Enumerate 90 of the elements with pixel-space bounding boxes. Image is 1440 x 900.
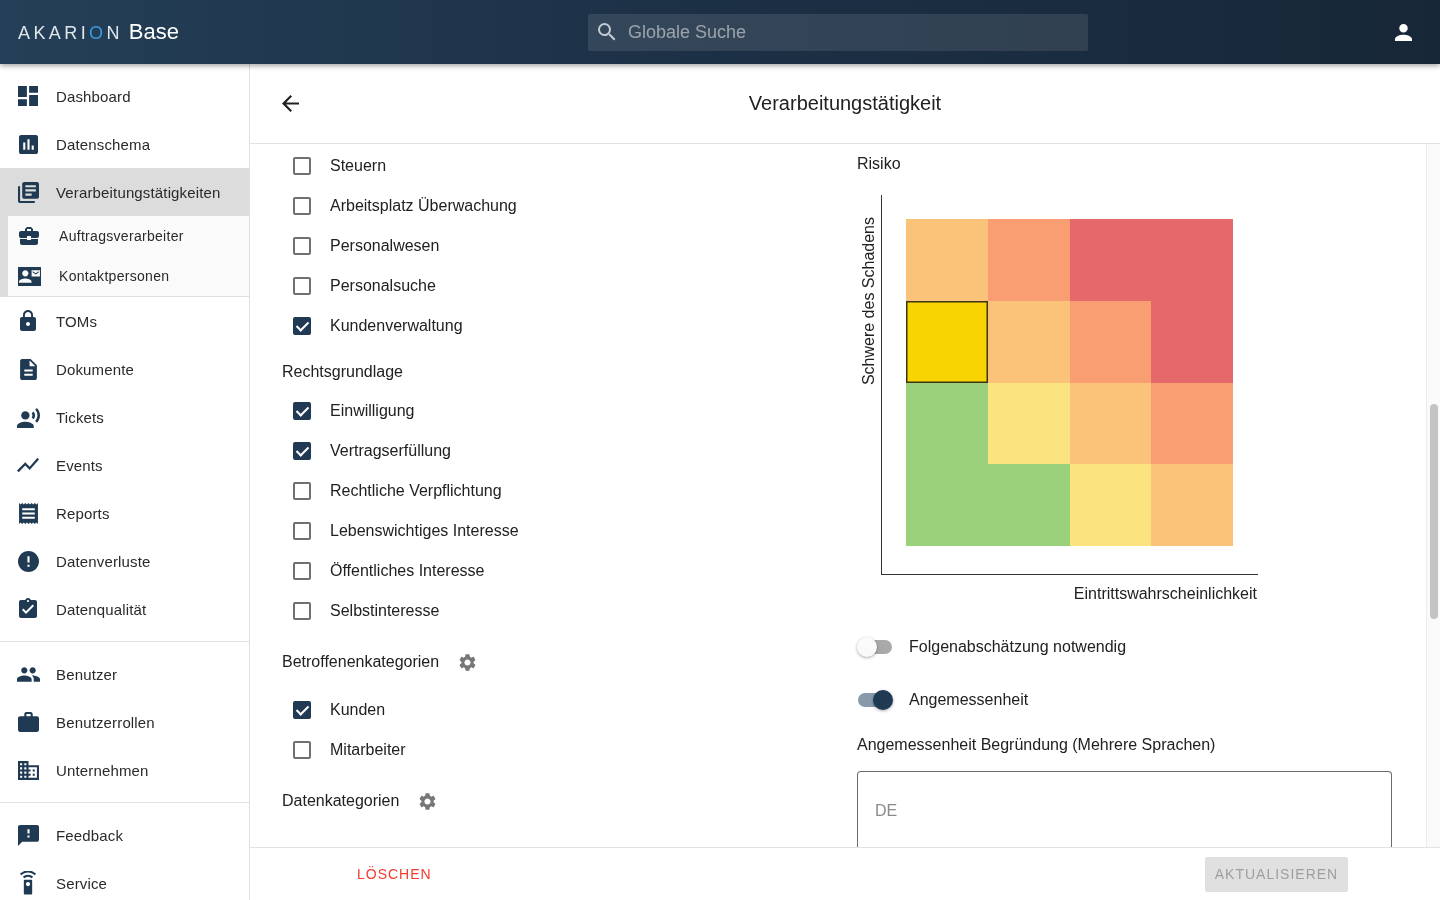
sidebar-item[interactable]: Datenverluste: [0, 537, 249, 585]
risk-title: Risiko: [857, 154, 902, 174]
checkbox[interactable]: [293, 741, 311, 759]
checkbox-label[interactable]: Lebenswichtiges Interesse: [330, 522, 519, 540]
risk-cell[interactable]: [1069, 382, 1152, 465]
bar-chart-icon: [18, 134, 38, 154]
risk-cell[interactable]: [987, 300, 1070, 383]
stacked-pages-icon: [17, 181, 39, 203]
sidebar-item[interactable]: Tickets: [0, 393, 249, 441]
checkbox[interactable]: [293, 237, 311, 255]
checkbox-label[interactable]: Personalwesen: [330, 237, 440, 255]
dashboard-icon: [18, 86, 38, 106]
briefcase-icon: [19, 226, 39, 246]
risk-cell[interactable]: [987, 219, 1070, 301]
arrow-left-icon: [281, 95, 299, 112]
contact-card-icon: [17, 264, 41, 288]
settings-icon: [458, 653, 476, 671]
toggle-switch[interactable]: [857, 690, 893, 710]
sidebar-item[interactable]: Datenschema: [0, 120, 249, 168]
checkbox[interactable]: [293, 602, 311, 620]
checkbox[interactable]: [293, 317, 311, 335]
receipt-icon: [17, 502, 39, 524]
section-heading: Datenkategorien: [282, 792, 400, 810]
risk-cell[interactable]: [906, 300, 988, 383]
checkbox[interactable]: [293, 701, 311, 719]
sidebar-item[interactable]: Dashboard: [0, 72, 249, 120]
sidebar-item[interactable]: Service: [0, 859, 249, 900]
page-title: Verarbeitungstätigkeit: [748, 92, 942, 115]
checkbox[interactable]: [293, 562, 311, 580]
toggle-label: Angemessenheit: [909, 691, 1029, 709]
y-axis-label: Schwere des Schadens: [860, 217, 878, 386]
sidebar-item[interactable]: Benutzerrollen: [0, 698, 249, 746]
checkbox-label[interactable]: Einwilligung: [330, 402, 415, 420]
section-heading: Rechtsgrundlage: [282, 363, 403, 381]
submenu-item[interactable]: Kontaktpersonen: [8, 256, 249, 296]
sidebar-item[interactable]: Benutzer: [0, 650, 249, 698]
risk-cell[interactable]: [1069, 300, 1152, 383]
document-icon: [17, 358, 39, 380]
checkbox-label[interactable]: Vertragserfüllung: [330, 442, 451, 460]
section-heading: Betroffenenkategorien: [282, 653, 440, 671]
risk-cell[interactable]: [1069, 464, 1152, 546]
field-label: Angemessenheit Begründung (Mehrere Sprachen): [857, 735, 1217, 755]
risk-cell[interactable]: [1151, 464, 1233, 546]
lock-icon: [17, 310, 39, 332]
checkbox[interactable]: [293, 277, 311, 295]
checkbox[interactable]: [293, 157, 311, 175]
search-icon: [598, 22, 616, 41]
sidebar-item[interactable]: Unternehmen: [0, 746, 249, 794]
risk-cell[interactable]: [906, 382, 988, 465]
sidebar-item[interactable]: Verarbeitungstätigkeiten: [0, 168, 249, 216]
checkbox-label[interactable]: Öffentliches Interesse: [330, 562, 485, 580]
checkbox-label[interactable]: Rechtliche Verpflichtung: [330, 482, 502, 500]
sidebar-item[interactable]: Reports: [0, 489, 249, 537]
feedback-bubble-icon: [17, 824, 39, 846]
sidebar-item[interactable]: Events: [0, 441, 249, 489]
justification-field[interactable]: DE: [857, 771, 1392, 847]
checkbox-label[interactable]: Mitarbeiter: [330, 741, 406, 759]
checkbox-label[interactable]: Personalsuche: [330, 277, 436, 295]
risk-cell[interactable]: [1069, 219, 1152, 301]
submenu-item[interactable]: Auftragsverarbeiter: [8, 216, 249, 256]
clipboard-check-icon: [17, 598, 39, 620]
sidebar-item[interactable]: Datenqualität: [0, 585, 249, 633]
checkbox-label[interactable]: Kunden: [330, 701, 386, 719]
sidebar-item[interactable]: Feedback: [0, 811, 249, 859]
x-axis-label: Eintrittswahrscheinlichkeit: [1073, 584, 1257, 604]
toggle-label: Folgenabschätzung notwendig: [909, 638, 1127, 656]
user-icon[interactable]: [1395, 23, 1412, 41]
checkbox-label[interactable]: Selbstinteresse: [330, 602, 440, 620]
product-name: Base: [128, 19, 179, 45]
risk-cell[interactable]: [906, 219, 988, 301]
risk-cell[interactable]: [1151, 382, 1233, 465]
checkbox-label[interactable]: Arbeitsplatz Überwachung: [330, 197, 517, 215]
checkbox-label[interactable]: Steuern: [330, 157, 387, 175]
briefcase-icon: [17, 711, 39, 733]
checkbox[interactable]: [293, 197, 311, 215]
checkbox[interactable]: [293, 522, 311, 540]
scrollbar-thumb[interactable]: [1430, 404, 1438, 619]
checkbox[interactable]: [293, 402, 311, 420]
sidebar-item[interactable]: TOMs: [0, 297, 249, 345]
risk-cell[interactable]: [987, 382, 1070, 465]
toggle-switch[interactable]: [857, 637, 893, 657]
checkbox[interactable]: [293, 442, 311, 460]
delete-button[interactable]: LÖSCHEN: [341, 858, 448, 890]
building-icon: [17, 759, 39, 781]
checkbox-label[interactable]: Kundenverwaltung: [330, 317, 463, 335]
checkbox[interactable]: [293, 482, 311, 500]
sidebar-item[interactable]: Dokumente: [0, 345, 249, 393]
risk-cell[interactable]: [987, 464, 1070, 546]
risk-cell[interactable]: [1151, 300, 1233, 383]
settings-icon: [418, 792, 436, 810]
